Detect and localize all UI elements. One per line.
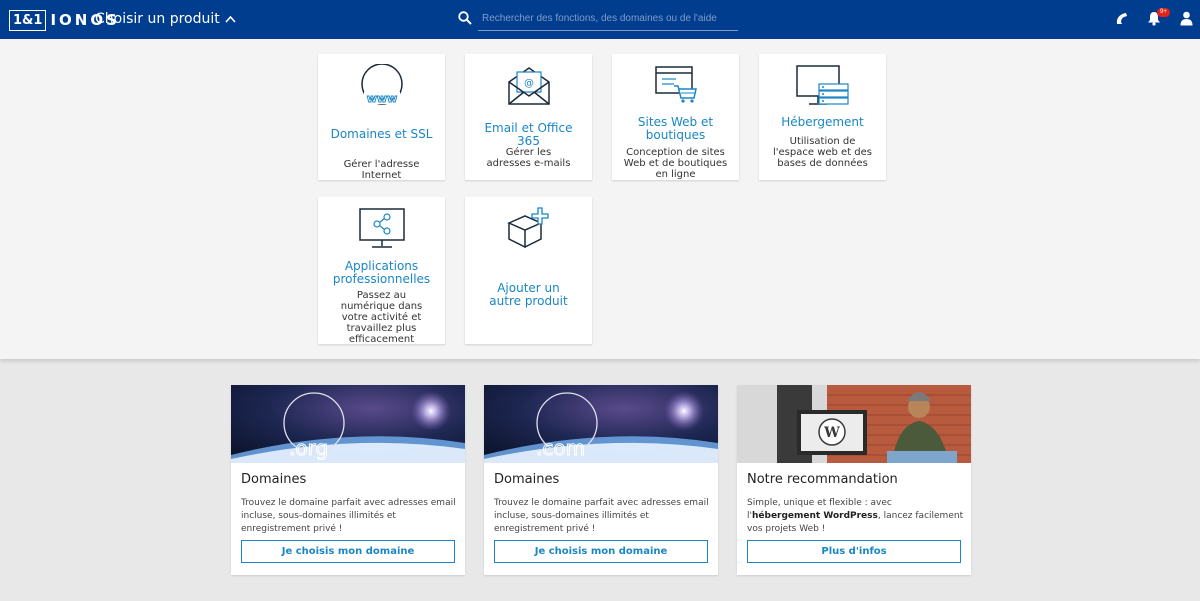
svg-text:@: @ [524,78,534,89]
promo-card-org: .org Domaines Trouvez le domaine parfait… [231,385,465,575]
chevron-up-icon [225,15,236,23]
hosting-server-icon [795,65,849,105]
add-box-icon [506,207,549,249]
promo-text: Simple, unique et flexible : avec l'hébe… [747,498,964,534]
user-icon[interactable] [1180,11,1193,26]
product-title: Applications professionnelles [332,259,431,286]
product-description: Gérer les adresses e-mails [486,147,571,169]
product-description: Utilisation de l'espace web et des bases… [773,136,873,169]
svg-text:W: W [823,425,840,441]
promo-card-recommendation: W Notre recommandation Simple, unique et… [737,385,971,575]
promo-text: Trouvez le domaine parfait avec adresses… [241,498,456,534]
promo-image-org: .org [231,385,465,463]
product-title: Ajouter un autre produit [489,281,568,308]
envelope-icon: @ [507,67,550,105]
product-chooser-button[interactable]: Choisir un produit [95,11,236,27]
product-title: Sites Web et boutiques [637,115,714,142]
more-info-button[interactable]: Plus d'infos [747,540,961,563]
phone-icon[interactable] [1114,11,1129,26]
web-shop-icon [654,66,697,103]
product-title: Email et Office 365 [484,121,573,148]
choose-domain-button[interactable]: Je choisis mon domaine [241,540,455,563]
promo-image-wordpress: W [737,385,971,463]
product-panel: www Domaines et SSL Gérer l'adresse Inte… [0,39,1200,359]
promo-title: Domaines [241,472,307,487]
promo-card-com: .com Domaines Trouvez le domaine parfait… [484,385,718,575]
promo-text: Trouvez le domaine parfait avec adresses… [494,498,709,534]
product-description: Gérer l'adresse Internet [343,159,420,181]
product-tile-websites[interactable]: Sites Web et boutiques Conception de sit… [612,54,739,180]
product-title: Domaines et SSL [330,127,433,141]
product-tile-hosting[interactable]: Hébergement Utilisation de l'espace web … [759,54,886,180]
logo-box: 1&1 [9,9,47,31]
promo-image-label: .org [289,436,328,460]
promo-image-label: .com [536,436,585,460]
www-globe-icon: www [360,64,403,105]
search-icon[interactable] [458,11,472,25]
product-description: Conception de sites Web et de boutiques … [623,147,728,180]
notification-badge: 9+ [1157,8,1170,17]
promo-image-com: .com [484,385,718,463]
product-title: Hébergement [781,115,864,129]
product-tile-business-apps[interactable]: Applications professionnelles Passez au … [318,197,445,345]
svg-text:www: www [366,92,397,105]
product-tile-domains[interactable]: www Domaines et SSL Gérer l'adresse Inte… [318,54,445,181]
choose-domain-button[interactable]: Je choisis mon domaine [494,540,708,563]
promo-title: Domaines [494,472,560,487]
share-monitor-icon [358,208,405,248]
top-bar: 1&1 IONOS Choisir un produit 9+ [0,0,1200,39]
product-description: Passez au numérique dans votre activité … [340,290,423,345]
product-chooser-label: Choisir un produit [95,11,220,27]
product-tile-email[interactable]: @ Email et Office 365 Gérer les adresses… [465,54,592,180]
search-input[interactable] [478,6,738,31]
promo-title: Notre recommandation [747,472,898,487]
product-tile-add-product[interactable]: Ajouter un autre produit [465,197,592,344]
